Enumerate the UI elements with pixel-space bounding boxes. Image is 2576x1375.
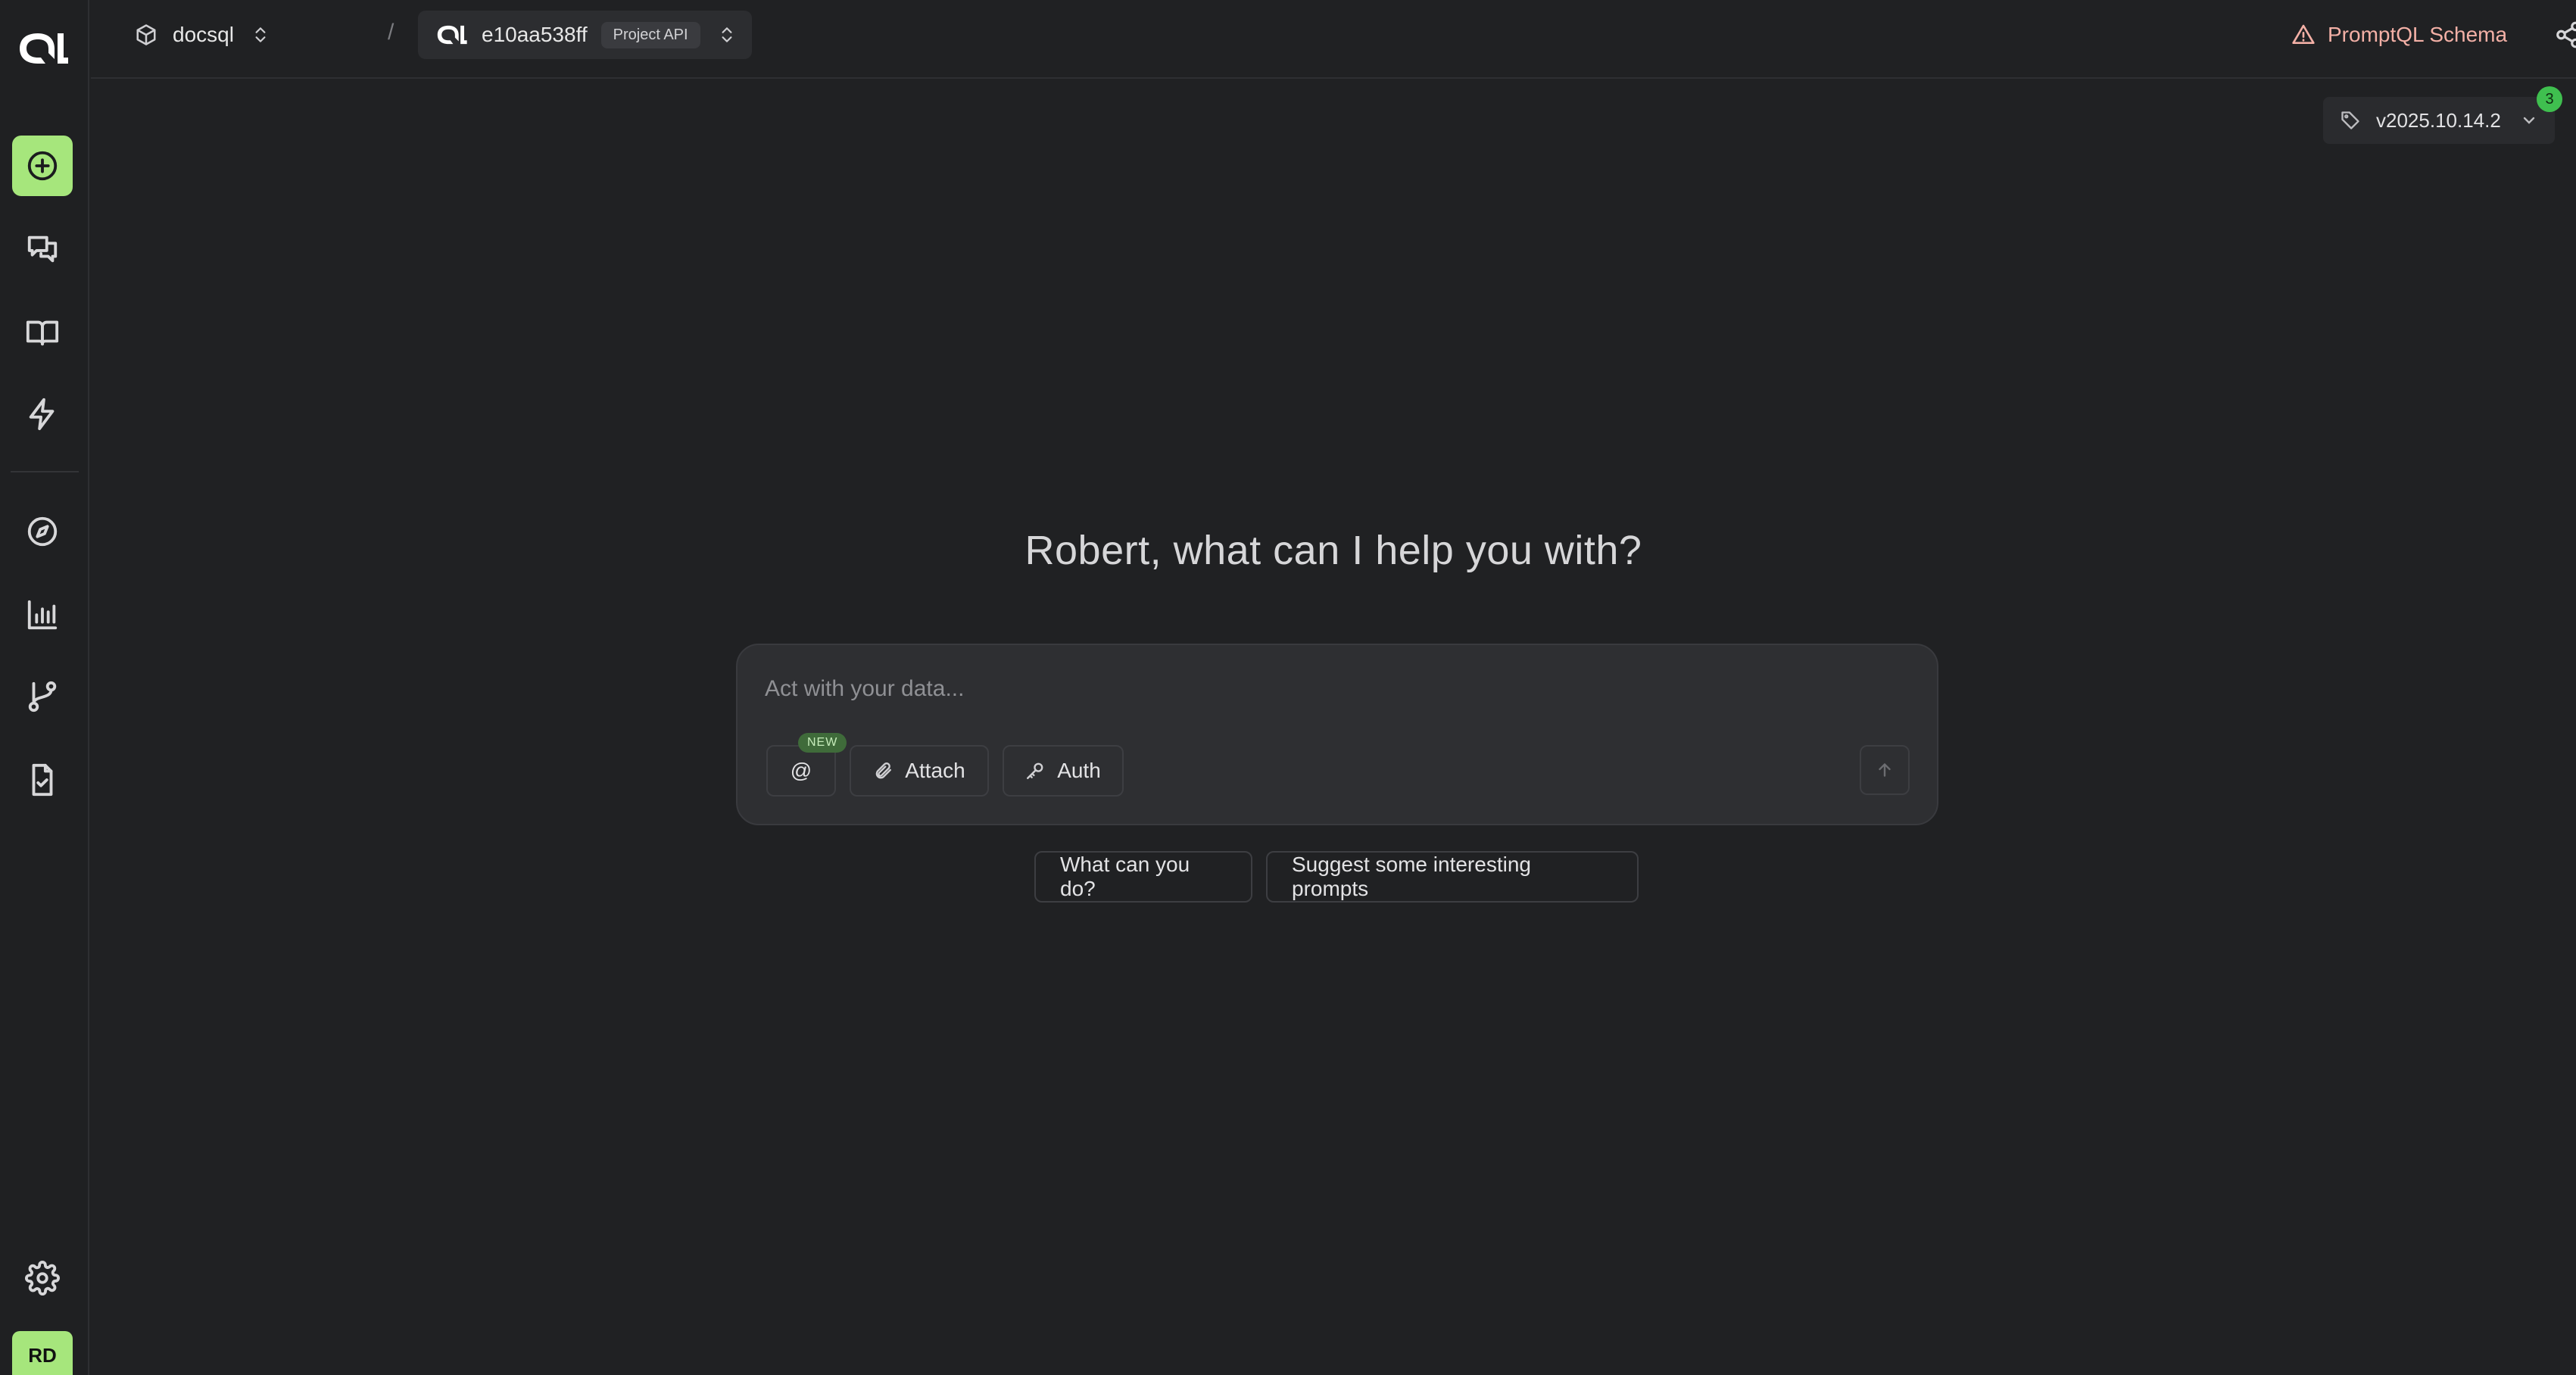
share-button[interactable] [2550, 17, 2576, 53]
new-thread-button[interactable] [12, 136, 73, 196]
wiki-button[interactable] [12, 302, 73, 363]
chat-bubbles-icon [27, 235, 58, 263]
threads-button[interactable] [12, 219, 73, 279]
sidebar: RD [0, 0, 89, 1375]
org-name: docsql [173, 23, 234, 46]
breadcrumb-separator: / [388, 20, 395, 45]
arrow-up-icon [1879, 763, 1891, 777]
auth-label: Auth [1057, 759, 1101, 782]
mention-label: @ [790, 759, 812, 782]
evaluations-button[interactable] [12, 750, 73, 810]
paperclip-icon [876, 762, 892, 779]
sidebar-divider [11, 471, 79, 472]
branches-button[interactable] [12, 666, 73, 727]
analytics-button[interactable] [12, 585, 73, 645]
org-selector[interactable]: docsql [120, 11, 285, 59]
attach-button[interactable]: Attach [850, 745, 989, 797]
prompt-input[interactable] [765, 668, 1901, 710]
greeting-heading: Robert, what can I help you with? [1024, 528, 1642, 573]
suggestion-button[interactable]: What can you do? [1034, 851, 1252, 903]
project-api-badge: Project API [600, 21, 700, 48]
bar-chart-icon [27, 600, 58, 630]
new-badge: NEW [798, 733, 847, 753]
mention-button[interactable]: @ [766, 745, 836, 797]
auth-button[interactable]: Auth [1003, 745, 1124, 797]
git-branch-icon [28, 681, 57, 712]
key-icon [1027, 762, 1043, 779]
book-open-icon [26, 320, 59, 346]
promptql-logo[interactable] [15, 27, 70, 70]
gear-icon [25, 1261, 60, 1295]
project-selector[interactable]: e10aa538ff Project API [418, 11, 752, 59]
app-root: RD docsql / e10aa538ff Project API Promp… [0, 0, 2576, 1375]
lightning-icon [29, 398, 55, 431]
cube-icon [136, 24, 156, 45]
promptql-schema-warning[interactable]: PromptQL Schema [2291, 18, 2507, 51]
version-label: v2025.10.14.2 [2376, 108, 2501, 132]
settings-button[interactable] [12, 1248, 73, 1308]
topbar: docsql / e10aa538ff Project API PromptQL… [91, 0, 2576, 79]
version-selector[interactable]: v2025.10.14.2 3 [2323, 86, 2562, 144]
tag-icon [2341, 111, 2359, 129]
schema-warning-label: PromptQL Schema [2328, 23, 2508, 46]
chevron-down-icon [2523, 117, 2535, 124]
project-id: e10aa538ff [482, 23, 588, 46]
automations-button[interactable] [12, 384, 73, 444]
promptql-mini-logo-icon [437, 25, 467, 45]
chevron-up-down-icon [722, 27, 732, 42]
warning-triangle-icon [2292, 24, 2315, 44]
file-check-icon [32, 763, 53, 797]
plus-circle-icon [27, 151, 58, 181]
user-avatar[interactable]: RD [12, 1331, 73, 1375]
send-button[interactable] [1860, 745, 1910, 795]
prompt-composer: @ NEW Attach Auth [736, 644, 1938, 825]
share-icon [2556, 21, 2576, 48]
suggestion-button[interactable]: Suggest some interesting prompts [1266, 851, 1639, 903]
chevron-up-down-icon [255, 27, 266, 42]
version-count-badge: 3 [2537, 86, 2562, 112]
attach-label: Attach [905, 759, 965, 782]
